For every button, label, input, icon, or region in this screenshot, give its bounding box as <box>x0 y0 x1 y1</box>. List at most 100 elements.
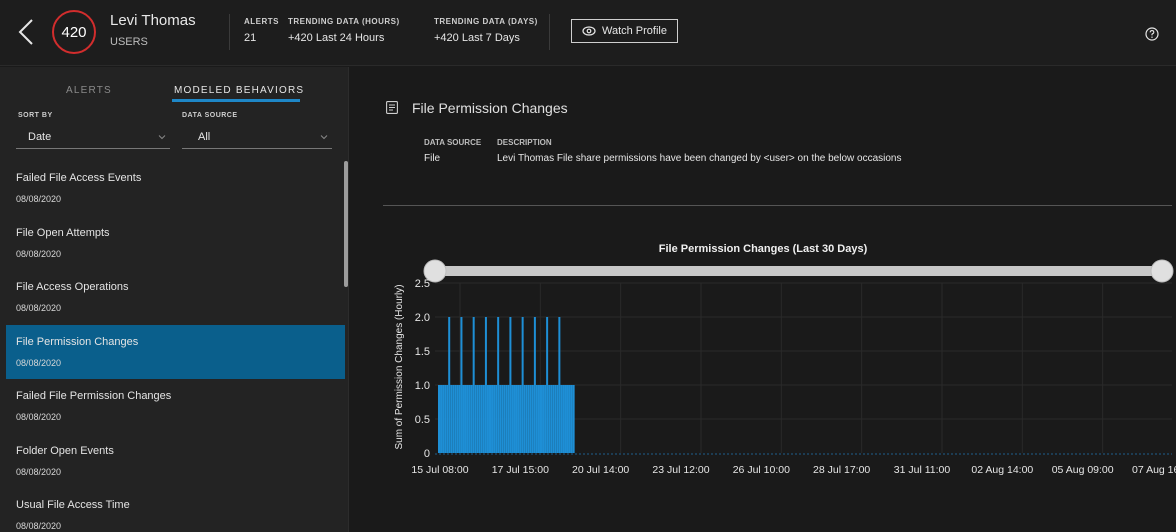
chart-bar <box>515 385 518 453</box>
header-divider <box>549 14 550 50</box>
watch-profile-label: Watch Profile <box>601 25 667 37</box>
data-source-label: DATA SOURCE <box>182 112 238 119</box>
chart-bar <box>446 385 449 453</box>
profile-header: 420 Levi Thomas USERS ALERTS 21 TRENDING… <box>0 0 1176 66</box>
item-date: 08/08/2020 <box>16 194 62 204</box>
list-item[interactable]: Usual File Access Time 08/08/2020 <box>6 488 345 532</box>
chart-bar <box>491 385 494 453</box>
y-tick-label: 0.5 <box>415 414 430 426</box>
chart-bar <box>472 317 475 453</box>
item-date: 08/08/2020 <box>16 412 62 422</box>
x-tick-label: 23 Jul 12:00 <box>652 464 709 476</box>
list-item[interactable]: File Access Operations 08/08/2020 <box>6 270 345 325</box>
risk-score-badge: 420 <box>52 10 96 54</box>
chart-bar <box>478 385 481 453</box>
chart-bar <box>566 385 569 453</box>
chart-bar <box>560 385 563 453</box>
chart-bar <box>558 317 561 453</box>
chart-bar <box>552 385 555 453</box>
chart-bar <box>476 385 479 453</box>
x-tick-label: 26 Jul 10:00 <box>733 464 790 476</box>
x-tick-label: 28 Jul 17:00 <box>813 464 870 476</box>
chevron-down-icon <box>158 135 166 140</box>
y-tick-label: 1.5 <box>415 346 430 358</box>
chart-bar <box>460 317 463 453</box>
x-tick-label: 31 Jul 11:00 <box>894 464 951 476</box>
chart-bar <box>493 385 496 453</box>
x-tick-label: 17 Jul 15:00 <box>492 464 549 476</box>
chart-bar <box>507 385 510 453</box>
list-item[interactable]: Failed File Permission Changes 08/08/202… <box>6 379 345 434</box>
chart-bar <box>505 385 508 453</box>
x-tick-label: 15 Jul 08:00 <box>411 464 468 476</box>
item-date: 08/08/2020 <box>16 521 62 531</box>
sidebar: ALERTS MODELED BEHAVIORS SORT BY DATA SO… <box>0 67 349 532</box>
chart-bar <box>548 385 551 453</box>
alerts-label: ALERTS <box>244 17 279 26</box>
item-date: 08/08/2020 <box>16 303 62 313</box>
chart-bar <box>495 385 498 453</box>
chart-bar <box>497 317 500 453</box>
chart-bar <box>554 385 557 453</box>
chart-bar <box>568 385 571 453</box>
chart-bar <box>458 385 461 453</box>
chart-bar <box>450 385 453 453</box>
chart-bar <box>523 385 526 453</box>
chart-bar <box>468 385 471 453</box>
y-tick-label: 0 <box>424 448 430 460</box>
list-item[interactable]: File Open Attempts 08/08/2020 <box>6 216 345 271</box>
chart-bar <box>438 385 440 453</box>
x-tick-label: 02 Aug 14:00 <box>971 464 1033 476</box>
main-panel: File Permission Changes DATA SOURCE File… <box>350 67 1176 532</box>
active-tab-indicator <box>172 99 300 102</box>
chart-bar <box>572 385 575 453</box>
chart-bar <box>517 385 520 453</box>
list-item-selected[interactable]: File Permission Changes 08/08/2020 <box>6 324 345 379</box>
chart-bar <box>484 317 487 453</box>
user-name: Levi Thomas <box>110 12 196 29</box>
list-scrollbar[interactable] <box>344 161 348 287</box>
chart-bar <box>562 385 565 453</box>
item-date: 08/08/2020 <box>16 357 62 368</box>
chart-bar <box>535 385 538 453</box>
item-title: Failed File Permission Changes <box>16 390 172 402</box>
tab-alerts[interactable]: ALERTS <box>66 85 112 96</box>
list-item[interactable]: Folder Open Events 08/08/2020 <box>6 434 345 489</box>
sort-by-value: Date <box>28 131 52 143</box>
chevron-down-icon <box>320 135 328 140</box>
data-source-value: All <box>198 131 211 143</box>
data-source-select[interactable]: All <box>182 131 332 149</box>
sort-by-select[interactable]: Date <box>16 131 170 149</box>
watch-profile-button[interactable]: Watch Profile <box>571 19 678 43</box>
permission-changes-chart: 0 0.5 1.0 1.5 2.0 2.5 15 Jul 08:00 17 Jul 15:00… <box>394 259 1176 476</box>
help-icon[interactable] <box>1145 27 1159 41</box>
chart-bar <box>519 385 522 453</box>
list-item[interactable]: Failed File Access Events 08/08/2020 <box>6 161 345 216</box>
chart-bar <box>448 317 451 453</box>
chart-bar <box>533 317 536 453</box>
chevron-left-icon[interactable] <box>14 16 38 48</box>
item-date: 08/08/2020 <box>16 248 62 259</box>
y-axis-label: Sum of Permission Changes (Hourly) <box>394 284 405 449</box>
item-title: File Open Attempts <box>16 226 110 239</box>
alerts-value: 21 <box>244 32 257 44</box>
y-tick-label: 1.0 <box>415 380 430 392</box>
trend-days-value: +420 Last 7 Days <box>434 32 520 44</box>
trend-hours-label: TRENDING DATA (HOURS) <box>288 17 400 26</box>
chart-bar <box>442 385 445 453</box>
behavior-list: Failed File Access Events 08/08/2020 Fil… <box>6 161 345 532</box>
chart-bar <box>527 385 530 453</box>
item-title: Folder Open Events <box>16 444 114 457</box>
trend-hours-value: +420 Last 24 Hours <box>288 32 385 44</box>
y-tick-label: 2.0 <box>415 312 430 324</box>
chart-bar <box>525 385 528 453</box>
chart-bar <box>501 385 504 453</box>
user-type: USERS <box>110 36 148 48</box>
chart-bar <box>550 385 553 453</box>
x-tick-label: 07 Aug 16:00 <box>1132 464 1176 476</box>
tab-modeled-behaviors[interactable]: MODELED BEHAVIORS <box>174 85 304 96</box>
range-slider-handle[interactable] <box>1150 259 1174 283</box>
chart-bar <box>499 385 502 453</box>
chart-bar <box>509 317 512 453</box>
chart-bar <box>570 385 573 453</box>
